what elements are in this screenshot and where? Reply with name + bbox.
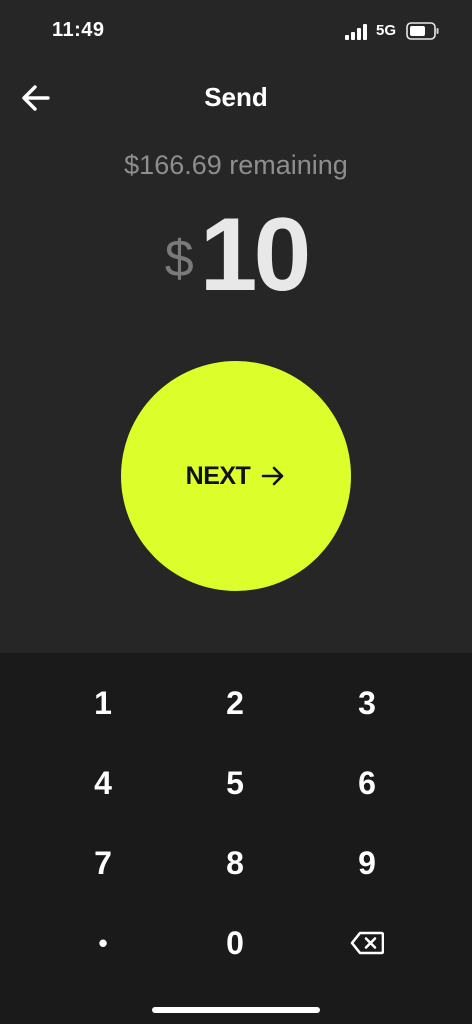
key-0[interactable]: 0 [169, 907, 301, 979]
key-5[interactable]: 5 [169, 747, 301, 819]
key-decimal[interactable]: • [37, 907, 169, 979]
key-2[interactable]: 2 [169, 667, 301, 739]
key-9[interactable]: 9 [301, 827, 433, 899]
status-time: 11:49 [52, 19, 105, 41]
key-1[interactable]: 1 [37, 667, 169, 739]
home-indicator [152, 1007, 320, 1013]
currency-symbol: $ [164, 230, 194, 288]
backspace-icon [350, 931, 384, 955]
next-label: NEXT [185, 461, 251, 490]
key-8[interactable]: 8 [169, 827, 301, 899]
page-title: Send [204, 82, 268, 112]
status-bar: 11:49 5G [0, 0, 472, 60]
battery-icon [406, 22, 439, 40]
key-6[interactable]: 6 [301, 747, 433, 819]
header: Send [0, 70, 472, 126]
amount-display: $ 10 [0, 200, 472, 310]
keypad: 1 2 3 4 5 6 7 8 9 • 0 [0, 653, 472, 1024]
remaining-balance: $166.69 remaining [124, 150, 348, 180]
key-3[interactable]: 3 [301, 667, 433, 739]
amount-value: 10 [199, 197, 312, 313]
arrow-right-icon [262, 466, 284, 486]
key-7[interactable]: 7 [37, 827, 169, 899]
network-label: 5G [376, 22, 397, 39]
signal-icon [345, 24, 367, 40]
next-button[interactable]: NEXT [121, 361, 351, 591]
backspace-button[interactable] [301, 907, 433, 979]
key-4[interactable]: 4 [37, 747, 169, 819]
send-screen: 11:49 5G Send $166.69 remaining $ 10 NEX… [0, 0, 472, 1024]
